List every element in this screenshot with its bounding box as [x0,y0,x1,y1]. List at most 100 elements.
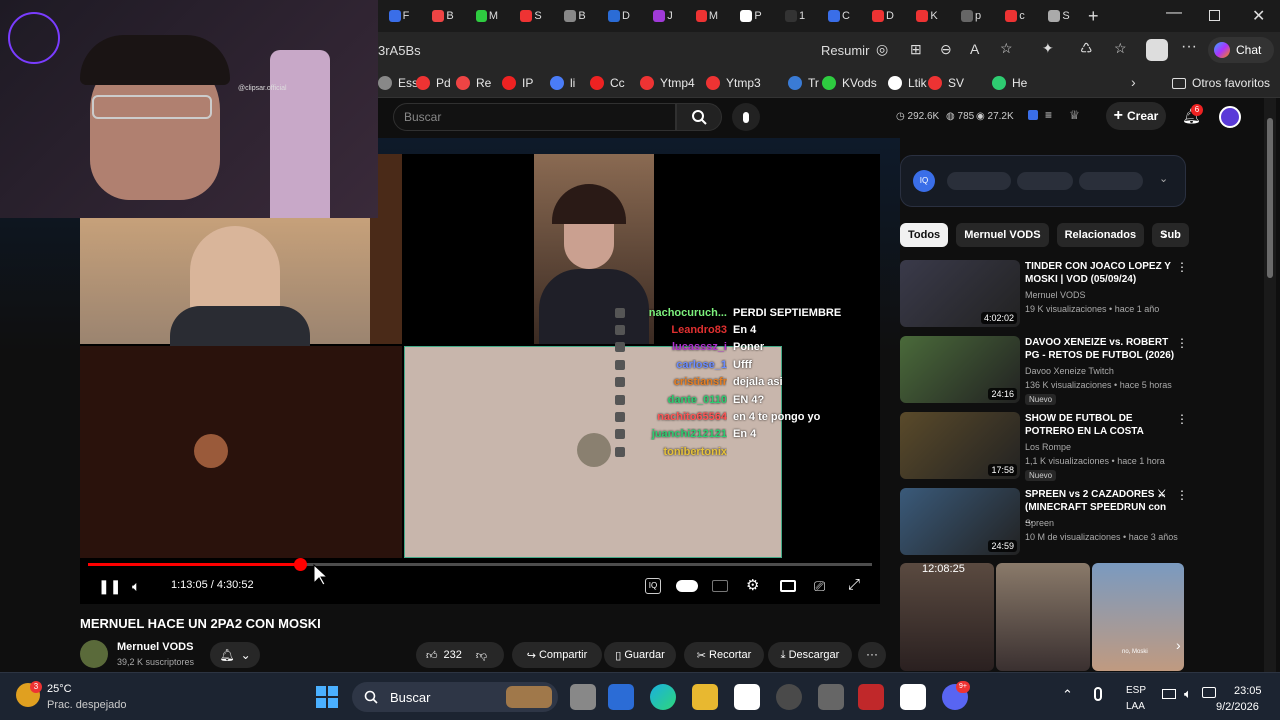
fullscreen-icon[interactable]: ⤢ [848,576,860,593]
battery-icon[interactable] [1202,687,1216,698]
filter-chip[interactable]: Relacionados [1056,223,1145,247]
bookmark-item[interactable]: He [992,74,1027,92]
bookmark-item[interactable]: Tr [788,74,819,92]
filter-chip[interactable]: Todos [900,223,949,247]
save-button[interactable]: ▯ Guardar [604,642,676,668]
bookmark-item[interactable]: Pd [416,74,451,92]
dislike-button[interactable]: 👎︎ [476,649,487,662]
theater-mode-icon[interactable] [780,580,796,592]
share-button[interactable]: ↪ Compartir [512,642,602,668]
filter-chip[interactable]: Sub [1152,223,1189,247]
recommendation-item[interactable]: 17:58 SHOW DE FUTBOL DE POTRERO EN LA COS… [900,412,1190,488]
performance-icon[interactable]: ♺ [1080,40,1093,57]
extensions-icon[interactable]: ✦ [1042,40,1054,57]
search-input[interactable]: Buscar [393,103,676,131]
browser-tab[interactable]: S [1048,6,1070,26]
recommendation-title[interactable]: DAVOO XENEIZE vs. ROBERT PG - RETOS DE F… [1025,336,1175,362]
favorites-icon[interactable]: ☆ [1114,40,1127,57]
edge-icon[interactable] [650,684,676,710]
chevron-right-icon[interactable]: › [1176,637,1181,653]
other-favorites[interactable]: Otros favoritos [1172,74,1270,92]
chevron-right-icon[interactable]: › [1162,226,1167,242]
subtitles-icon[interactable] [712,580,728,592]
bookmarks-overflow-icon[interactable]: › [1131,74,1136,90]
microphone-icon[interactable] [1094,687,1102,701]
progress-bar[interactable] [88,558,872,571]
file-explorer-icon[interactable] [692,684,718,710]
clock-time[interactable]: 23:05 [1234,685,1262,697]
channel-name[interactable]: Mernuel VODS [117,641,193,653]
read-aloud-icon[interactable]: A [970,41,979,57]
trophy-icon[interactable]: ♕ [1069,108,1080,122]
extension-pill[interactable] [1017,172,1073,190]
maximize-icon[interactable] [1209,10,1220,21]
extension-icon[interactable] [1028,110,1038,120]
language[interactable]: ESP [1126,685,1146,696]
bookmark-item[interactable]: Ytmp4 [640,74,695,92]
video-thumbnail[interactable]: 24:59 [900,488,1020,555]
recommendation-title[interactable]: SHOW DE FUTBOL DE POTRERO EN LA COSTA [1025,412,1175,438]
favorite-star-icon[interactable]: ☆ [1000,40,1013,57]
browser-tab[interactable]: 1 [784,6,806,26]
avatar[interactable] [1219,106,1241,128]
chevron-up-icon[interactable]: ⌃ [1062,687,1073,703]
volume-icon[interactable]: 🔈︎ [132,578,140,595]
browser-tab[interactable]: B [564,6,586,26]
more-vert-icon[interactable]: ⋮ [1176,412,1188,426]
capcut-icon[interactable] [900,684,926,710]
resume-button[interactable]: Resumir [821,43,869,58]
browser-tab[interactable]: c [1004,6,1026,26]
video-thumbnail[interactable]: 24:16 [900,336,1020,403]
more-vert-icon[interactable]: ⋮ [1176,260,1188,274]
recommendation-item[interactable]: 4:02:02 TINDER CON JOACO LOPEZ Y MOSKI | … [900,260,1190,336]
browser-tab[interactable]: P [740,6,762,26]
speaker-icon[interactable]: 🔈︎ [1184,686,1192,702]
short-thumbnail[interactable]: no, Moski [1092,563,1184,671]
store-icon[interactable] [608,684,634,710]
url-text[interactable]: 3rA5Bs [378,43,421,58]
cast-icon[interactable]: ⎚ [814,578,825,595]
translate-icon[interactable]: ◎ [876,41,888,58]
recommendation-channel[interactable]: Mernuel VODS [1025,290,1086,300]
zoom-out-icon[interactable]: ⊖ [940,41,952,58]
calculator-icon[interactable] [818,684,844,710]
browser-tab[interactable]: M [476,6,498,26]
video-player[interactable]: nachocuruch... PERDI SEPTIEMBRE Leandro83 E… [80,154,880,604]
short-thumbnail[interactable]: 12:08:25 [900,563,994,671]
progress-scrubber[interactable] [293,558,307,571]
capcut-icon[interactable] [734,684,760,710]
pause-icon[interactable]: ❚❚ [98,578,121,595]
extension-player-icon[interactable]: IQ [645,578,661,594]
more-actions-button[interactable]: ··· [858,642,886,668]
filter-chip[interactable]: Mernuel VODS [956,223,1049,247]
bookmark-item[interactable]: SV [928,74,964,92]
video-thumbnail[interactable]: 4:02:02 [900,260,1020,327]
recommendation-item[interactable]: 24:59 SPREEN vs 2 CAZADORES ⚔ (MINECRAFT … [900,488,1190,564]
recommendation-item[interactable]: 24:16 DAVOO XENEIZE vs. ROBERT PG - RETOS… [900,336,1190,412]
browser-tab[interactable]: M [696,6,718,26]
voice-search-button[interactable] [732,103,760,131]
bookmark-item[interactable]: li [550,74,575,92]
browser-tab[interactable]: p [960,6,982,26]
browser-tab[interactable]: F [388,6,410,26]
bookmark-item[interactable]: KVods [822,74,877,92]
bookmark-item[interactable]: Cc [590,74,625,92]
browser-tab[interactable]: S [520,6,542,26]
chevron-down-icon[interactable]: ⌄ [1159,172,1168,185]
bookmark-item[interactable]: Ytmp3 [706,74,761,92]
page-scrollbar[interactable] [1264,98,1276,672]
close-icon[interactable]: ✕ [1252,6,1265,26]
task-view-icon[interactable] [570,684,596,710]
browser-tab[interactable]: D [872,6,894,26]
scrollbar-thumb[interactable] [1267,118,1273,278]
bookmark-item[interactable]: Ess [378,74,418,92]
channel-avatar[interactable] [80,640,108,668]
grid-icon[interactable]: ⊞ [910,41,922,58]
recommendation-channel[interactable]: Spreen [1025,518,1054,528]
subscribed-bell-button[interactable]: 🔔︎ ⌄ [210,642,260,668]
browser-tab[interactable]: D [608,6,630,26]
create-button[interactable]: + Crear [1106,102,1166,130]
bookmark-item[interactable]: Re [456,74,491,92]
more-vert-icon[interactable]: ⋮ [1176,488,1188,502]
like-button[interactable]: 👍︎ [426,649,438,662]
